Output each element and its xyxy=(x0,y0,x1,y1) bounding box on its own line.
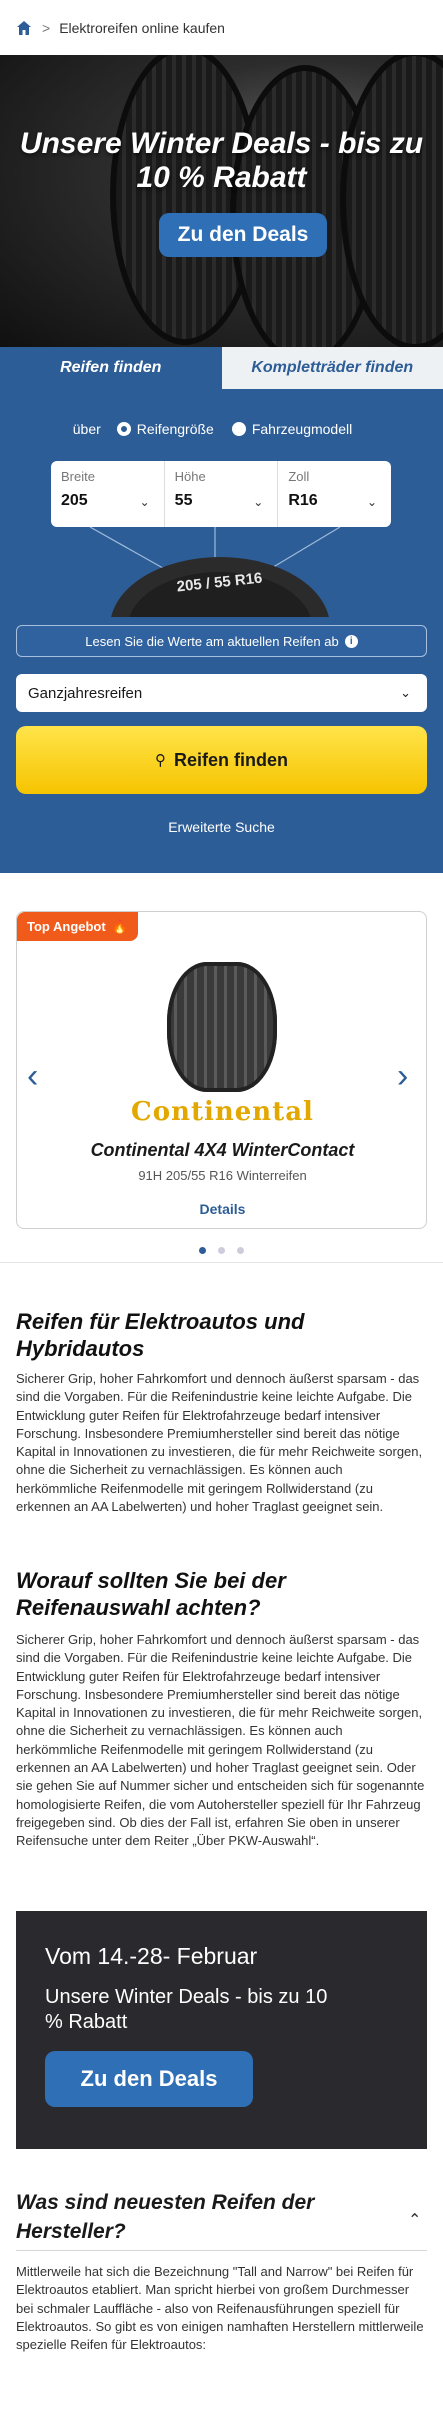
hero-banner: Unsere Winter Deals - bis zu 10 % Rabatt… xyxy=(0,55,443,347)
size-selects: Breite 205 ⌄ Höhe 55 ⌄ Zoll R16 ⌄ xyxy=(51,461,391,527)
find-tires-label: Reifen finden xyxy=(173,749,288,770)
radio-label: Reifengröße xyxy=(136,421,214,437)
flame-icon: 🔥 xyxy=(111,918,128,934)
radio-unselected-icon xyxy=(231,422,246,436)
product-name: Continental 4X4 WinterContact xyxy=(90,1140,355,1160)
radio-fahrzeugmodell[interactable]: Fahrzeugmodell xyxy=(231,421,353,437)
select-breite[interactable]: Breite 205 ⌄ xyxy=(51,461,165,527)
info-icon: i xyxy=(344,634,358,648)
select-label: Zoll xyxy=(288,469,310,484)
product-spec: 91H 205/55 R16 Winterreifen xyxy=(138,1168,307,1183)
search-icon: ⚲ xyxy=(154,752,166,769)
promo-date: Vom 14.-28- Februar xyxy=(45,1943,258,1969)
breadcrumb: > Elektroreifen online kaufen xyxy=(0,0,443,55)
read-values-hint-label: Lesen Sie die Werte am aktuellen Reifen … xyxy=(85,633,339,649)
section-heading: Worauf sollten Sie bei der Reifenauswahl… xyxy=(16,1568,286,1620)
chevron-down-icon: ⌄ xyxy=(253,495,264,509)
search-mode: über Reifengröße Fahrzeugmodell xyxy=(0,421,443,437)
season-value: Ganzjahresreifen xyxy=(28,684,143,702)
radio-label: Fahrzeugmodell xyxy=(251,421,353,437)
home-icon[interactable] xyxy=(16,20,32,36)
select-label: Höhe xyxy=(174,469,206,484)
tire-finder: über Reifengröße Fahrzeugmodell Breite 2… xyxy=(0,389,443,873)
details-link[interactable]: Details xyxy=(17,1201,428,1217)
promo-banner: Vom 14.-28- Februar Unsere Winter Deals … xyxy=(16,1911,427,2149)
chevron-up-icon[interactable]: ⌃ xyxy=(408,2210,421,2230)
carousel-dot[interactable] xyxy=(199,1247,206,1254)
read-values-hint-button[interactable]: Lesen Sie die Werte am aktuellen Reifen … xyxy=(16,625,427,657)
radio-selected-icon xyxy=(116,422,131,436)
section-text: Sicherer Grip, hoher Fahrkomfort und den… xyxy=(16,1632,425,1849)
carousel-dot[interactable] xyxy=(218,1247,225,1254)
product-tire-image xyxy=(167,962,277,1092)
carousel-prev-icon[interactable]: ‹ xyxy=(27,1057,38,1096)
select-hoehe[interactable]: Höhe 55 ⌄ xyxy=(165,461,279,527)
select-label: Breite xyxy=(61,469,95,484)
breadcrumb-current: Elektroreifen online kaufen xyxy=(59,19,225,36)
breadcrumb-separator: > xyxy=(42,19,51,36)
search-mode-label: über xyxy=(72,421,101,437)
top-offer-card[interactable]: Top Angebot 🔥 ‹ › Continental Continenta… xyxy=(16,911,427,1229)
section-text: Sicherer Grip, hoher Fahrkomfort und den… xyxy=(16,1371,423,1515)
carousel-dots xyxy=(0,1247,443,1254)
select-zoll[interactable]: Zoll R16 ⌄ xyxy=(278,461,391,527)
tab-reifen-finden[interactable]: Reifen finden xyxy=(0,347,222,389)
faq-question[interactable]: Was sind neuesten Reifen der Hersteller? xyxy=(16,2188,376,2246)
carousel-next-icon[interactable]: › xyxy=(397,1057,408,1096)
finder-tabs: Reifen finden Kompletträder finden xyxy=(0,347,443,389)
chevron-down-icon: ⌄ xyxy=(400,685,411,700)
advanced-search-link[interactable]: Erweiterte Suche xyxy=(0,819,443,835)
season-select[interactable]: Ganzjahresreifen ⌄ xyxy=(16,674,427,712)
divider xyxy=(16,2250,427,2251)
hero-deals-button[interactable]: Zu den Deals xyxy=(159,213,327,257)
carousel-dot[interactable] xyxy=(237,1247,244,1254)
promo-text: Unsere Winter Deals - bis zu 10 % Rabatt xyxy=(45,1986,328,2033)
brand-logo: Continental xyxy=(131,1097,314,1127)
radio-reifengroesse[interactable]: Reifengröße xyxy=(116,421,214,437)
chevron-down-icon: ⌄ xyxy=(366,495,378,509)
divider xyxy=(0,1262,443,1263)
tire-size-diagram: 205 / 55 R16 xyxy=(89,527,341,617)
find-tires-button[interactable]: ⚲ Reifen finden xyxy=(16,726,427,794)
tab-komplettraeder-finden[interactable]: Kompletträder finden xyxy=(221,347,443,389)
faq-answer: Mittlerweile hat sich die Bezeichnung "T… xyxy=(16,2264,424,2353)
top-offer-badge: Top Angebot 🔥 xyxy=(17,912,138,941)
badge-label: Top Angebot xyxy=(27,919,106,934)
hero-title: Unsere Winter Deals - bis zu 10 % Rabatt xyxy=(19,127,424,194)
promo-deals-button[interactable]: Zu den Deals xyxy=(45,2051,253,2107)
chevron-down-icon: ⌄ xyxy=(139,495,150,509)
section-heading: Reifen für Elektroautos und Hybridautos xyxy=(16,1309,305,1361)
